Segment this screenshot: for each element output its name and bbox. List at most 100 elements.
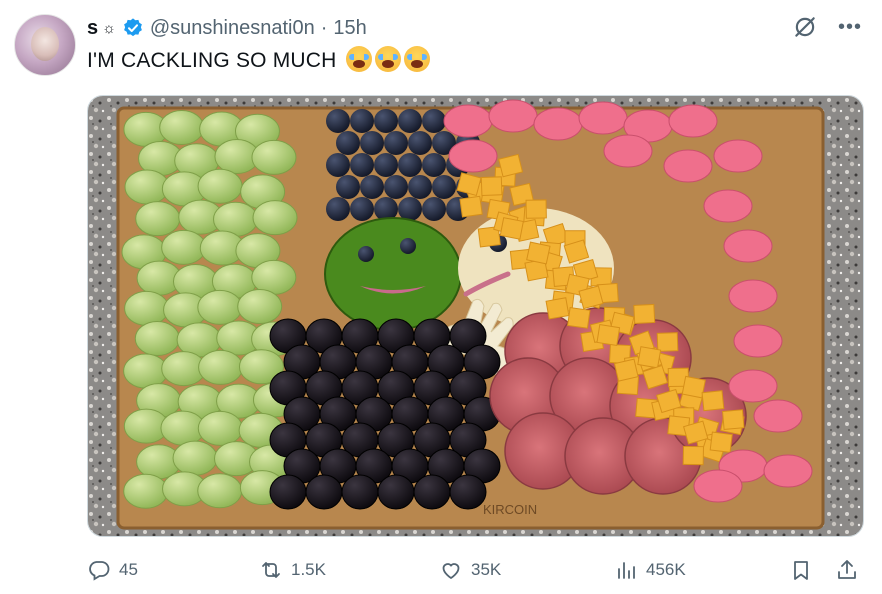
- cheese-cube: [682, 445, 704, 466]
- cheese-cube: [637, 346, 662, 369]
- blueberry: [408, 131, 432, 155]
- tweet-actions: 45 1.5K 35K 456K: [87, 555, 862, 585]
- crying-emoji-icon: [374, 46, 401, 72]
- avatar-face: [31, 27, 59, 61]
- blueberry: [374, 153, 398, 177]
- animal-cracker: [733, 324, 783, 358]
- animal-cracker: [603, 134, 653, 168]
- like-button[interactable]: 35K: [439, 555, 501, 585]
- tweet-header: s ☼ @sunshinesnati0n · 15h: [87, 14, 367, 42]
- crying-emoji-icon: [403, 46, 430, 72]
- blackberry: [269, 474, 307, 510]
- grape: [251, 139, 297, 175]
- grape: [124, 290, 170, 326]
- name-emoji: ☼: [102, 19, 116, 37]
- blueberry: [326, 197, 350, 221]
- blackberry: [305, 474, 343, 510]
- blueberry: [350, 109, 374, 133]
- animal-cracker: [443, 104, 493, 138]
- blackberry: [341, 474, 379, 510]
- repost-button[interactable]: 1.5K: [259, 555, 326, 585]
- share-button[interactable]: [835, 555, 859, 585]
- cheese-cube: [567, 307, 591, 329]
- animal-cracker: [763, 454, 813, 488]
- grape: [172, 440, 218, 476]
- blackberries: [269, 318, 501, 510]
- blueberry: [384, 131, 408, 155]
- tweet-photo[interactable]: KIRCOIN: [87, 95, 864, 537]
- blueberry: [336, 175, 360, 199]
- like-count: 35K: [471, 560, 502, 579]
- tweet-top-actions: •••: [792, 14, 862, 40]
- blueberry: [422, 197, 446, 221]
- cheese-cube: [525, 199, 547, 219]
- cheese-cube: [633, 303, 656, 324]
- blueberry: [360, 131, 384, 155]
- cheese-cube: [709, 431, 733, 453]
- view-count: 456K: [646, 560, 686, 579]
- animal-cracker: [533, 107, 583, 141]
- cheese-cube: [499, 217, 524, 240]
- grape: [198, 349, 244, 385]
- blueberry: [336, 131, 360, 155]
- repost-icon: [262, 562, 280, 578]
- avatar[interactable]: [14, 14, 76, 76]
- blueberry: [432, 175, 456, 199]
- blueberry: [408, 175, 432, 199]
- cheese-cube: [526, 241, 551, 265]
- tweet-text: I'M CACKLING SO MUCH: [87, 46, 430, 76]
- blueberry: [398, 153, 422, 177]
- grok-icon[interactable]: [792, 14, 818, 40]
- cheese-cube: [701, 390, 725, 412]
- heart-icon: [442, 563, 460, 580]
- animal-cracker: [693, 469, 743, 503]
- grape: [197, 473, 243, 509]
- blueberry: [360, 175, 384, 199]
- views-icon: [618, 562, 635, 579]
- cheese-cube: [545, 297, 570, 320]
- reply-button[interactable]: 45: [87, 555, 138, 585]
- share-icon: [838, 560, 856, 579]
- grape: [161, 229, 207, 265]
- cheese-cube: [656, 332, 679, 352]
- blueberry: [350, 153, 374, 177]
- blueberry: [350, 197, 374, 221]
- views-button[interactable]: 456K: [614, 555, 686, 585]
- grape: [237, 289, 283, 325]
- grape: [123, 473, 169, 509]
- more-icon[interactable]: •••: [838, 17, 862, 37]
- grape: [197, 289, 243, 325]
- grape: [134, 320, 180, 356]
- display-name[interactable]: s: [87, 17, 98, 40]
- blackberry: [377, 474, 415, 510]
- animal-cracker: [578, 101, 628, 135]
- cheese-cube: [722, 409, 745, 430]
- animal-cracker: [753, 399, 803, 433]
- separator-dot: ·: [320, 16, 328, 39]
- reply-icon: [89, 561, 110, 581]
- blueberry: [326, 153, 350, 177]
- verified-badge-icon[interactable]: [122, 17, 144, 39]
- pesto-face: [324, 217, 462, 331]
- animal-cracker: [728, 369, 778, 403]
- animal-cracker: [668, 104, 718, 138]
- tweet-text-content: I'M CACKLING SO MUCH: [87, 49, 337, 72]
- blueberry: [374, 109, 398, 133]
- timestamp[interactable]: 15h: [333, 17, 366, 40]
- animal-cracker: [663, 149, 713, 183]
- grape: [123, 353, 169, 389]
- grape: [197, 410, 243, 446]
- charcuterie-photo: KIRCOIN: [88, 96, 863, 536]
- animal-cracker: [703, 189, 753, 223]
- repost-count: 1.5K: [291, 560, 326, 579]
- blueberry: [384, 175, 408, 199]
- grape: [197, 168, 243, 204]
- cheese-cube: [596, 324, 621, 347]
- animal-cracker: [448, 139, 498, 173]
- bookmark-button[interactable]: [789, 555, 813, 585]
- blueberry: [398, 109, 422, 133]
- crying-emoji-icon: [345, 46, 372, 72]
- handle[interactable]: @sunshinesnati0n: [150, 17, 315, 40]
- cheese-cube: [459, 195, 483, 218]
- blackberry: [413, 474, 451, 510]
